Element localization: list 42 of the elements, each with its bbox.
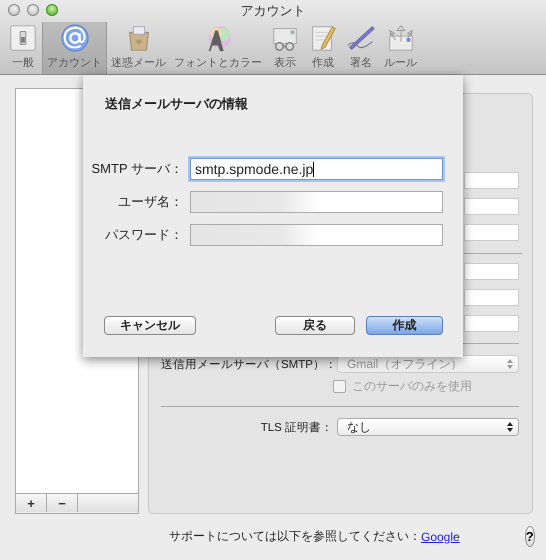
input-field[interactable] xyxy=(464,198,519,215)
help-button[interactable]: ? xyxy=(524,526,535,547)
input-field[interactable] xyxy=(464,289,519,306)
smtp-label: 送信用メールサーバ（SMTP）： xyxy=(161,358,333,372)
input-field[interactable] xyxy=(464,315,519,332)
pen-icon xyxy=(346,23,376,53)
field-label: SMTP サーバ： xyxy=(90,160,183,178)
support-link[interactable]: Google xyxy=(421,530,460,544)
updown-icon xyxy=(507,359,513,369)
back-button[interactable]: 戻る xyxy=(275,316,355,335)
window-title: アカウント xyxy=(240,2,306,20)
tls-label: TLS 証明書： xyxy=(260,420,333,434)
input-field[interactable] xyxy=(464,263,519,280)
toolbar-item[interactable]: 作成 xyxy=(304,22,342,74)
create-button[interactable]: 作成 xyxy=(366,316,443,335)
certificate-popup[interactable]: なし xyxy=(337,418,519,436)
close-button[interactable] xyxy=(8,4,20,16)
zoom-button[interactable] xyxy=(46,4,58,16)
input-field[interactable] xyxy=(190,224,443,246)
cancel-button[interactable]: キャンセル xyxy=(104,316,196,335)
dialog-title: 送信メールサーバの情報 xyxy=(105,95,248,113)
input-field[interactable]: smtp.spmode.ne.jp xyxy=(190,158,443,180)
support-text: サポートについては以下を参照してください： xyxy=(169,528,421,545)
toolbar-item[interactable]: 表示 xyxy=(266,22,304,74)
toolbar-item[interactable]: 迷惑メール xyxy=(107,22,170,74)
add-button[interactable]: + xyxy=(16,494,47,512)
switch-icon xyxy=(8,23,38,53)
toolbar-item[interactable]: アカウント xyxy=(42,22,107,74)
minimize-button[interactable] xyxy=(27,4,39,16)
input-field[interactable] xyxy=(190,191,443,213)
input-field[interactable] xyxy=(464,172,519,189)
toolbar-item[interactable]: フォントとカラー xyxy=(170,22,266,74)
remove-button[interactable]: − xyxy=(47,494,78,512)
field-label: ユーザ名： xyxy=(117,193,183,211)
updown-icon xyxy=(507,422,513,432)
toolbar-item[interactable]: ルール xyxy=(380,22,421,74)
input-field[interactable] xyxy=(464,224,519,241)
toolbar-item[interactable]: 一般 xyxy=(4,22,42,74)
toolbar-item[interactable]: 署名 xyxy=(342,22,380,74)
list-button-bar xyxy=(78,494,138,512)
at-sign-icon xyxy=(60,23,90,53)
field-label: パスワード： xyxy=(104,226,183,244)
